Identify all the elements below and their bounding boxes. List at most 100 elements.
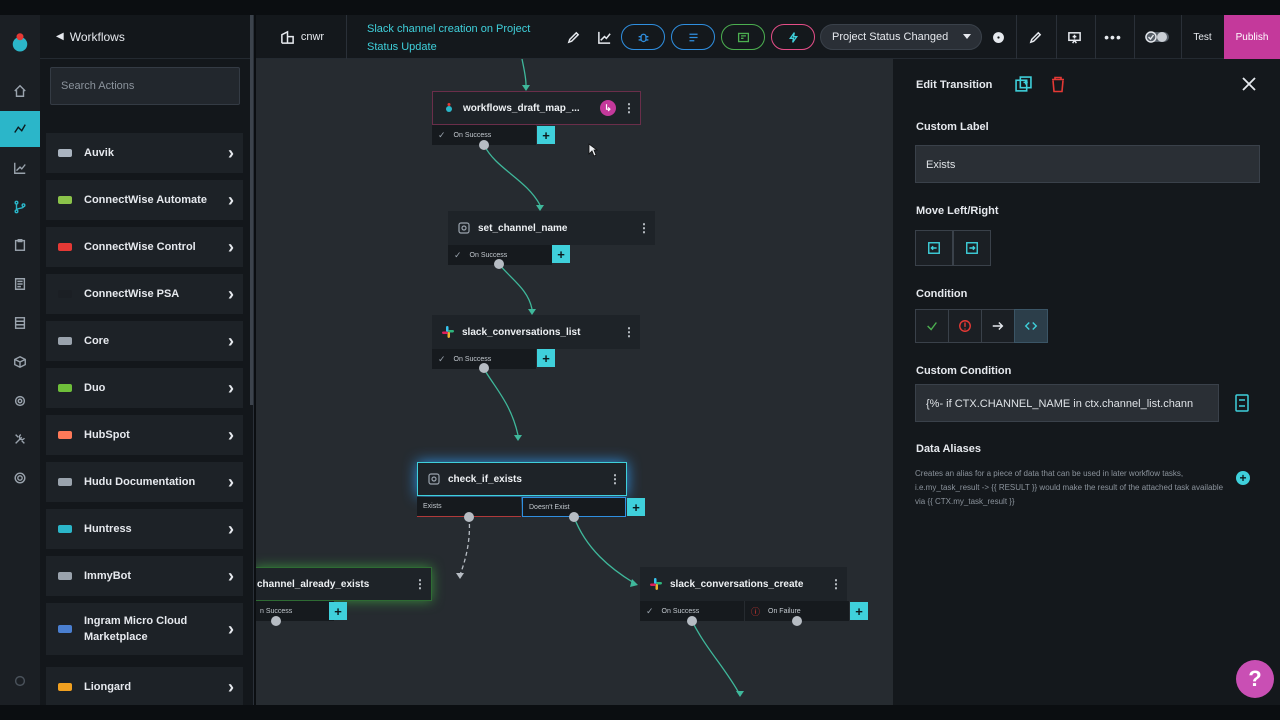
chevron-right-icon: › <box>228 330 234 351</box>
add-transition-button[interactable]: + <box>329 602 347 620</box>
action-item[interactable]: ConnectWise Control › <box>46 227 243 267</box>
action-item[interactable]: ConnectWise Automate › <box>46 180 243 220</box>
node-menu-icon[interactable]: ⋮ <box>409 577 431 591</box>
move-left-button[interactable] <box>915 230 953 266</box>
expand-editor-icon[interactable] <box>1235 394 1249 412</box>
action-item[interactable]: ImmyBot › <box>46 556 243 596</box>
action-item[interactable]: ConnectWise PSA › <box>46 274 243 314</box>
workflow-title[interactable]: Slack channel creation on Project Status… <box>367 20 557 56</box>
tools-icon[interactable] <box>0 421 40 457</box>
node-menu-icon[interactable]: ⋮ <box>618 101 640 115</box>
workflows-icon[interactable] <box>0 111 40 147</box>
action-item-label: Liongard <box>84 681 132 693</box>
move-left-right-heading: Move Left/Right <box>916 205 999 217</box>
data-aliases-help-text: Creates an alias for a piece of data tha… <box>915 469 1224 506</box>
check-icon <box>927 322 937 331</box>
edit-title-pencil-icon[interactable] <box>562 15 584 59</box>
workflow-node[interactable]: slack_conversations_list ⋮ <box>432 315 640 349</box>
condition-success-button[interactable] <box>915 309 949 343</box>
edit-pencil-icon[interactable] <box>1022 15 1048 59</box>
logs-toggle-button[interactable] <box>671 24 715 50</box>
branch-icon[interactable] <box>0 189 40 225</box>
caret-down-icon <box>963 34 971 39</box>
trash-icon[interactable] <box>1050 76 1066 93</box>
search-actions-input[interactable] <box>50 67 240 105</box>
condition-failure-button[interactable] <box>948 309 982 343</box>
check-icon: ✓ <box>454 249 462 260</box>
node-menu-icon[interactable]: ⋮ <box>825 577 847 591</box>
action-item[interactable]: Ingram Micro Cloud Marketplace › <box>46 603 243 655</box>
workflow-node-selected[interactable]: check_if_exists ⋮ <box>417 462 627 496</box>
home-icon[interactable] <box>0 73 40 109</box>
node-menu-icon[interactable]: ⋮ <box>618 325 640 339</box>
publish-button[interactable]: Publish <box>1224 15 1280 59</box>
action-item[interactable]: Hudu Documentation › <box>46 462 243 502</box>
trigger-select[interactable]: Project Status Changed <box>820 24 982 50</box>
transition-handle[interactable] <box>479 140 489 150</box>
add-transition-button[interactable]: + <box>537 126 555 144</box>
test-button[interactable]: Test <box>1181 15 1223 59</box>
transition-handle[interactable] <box>271 616 281 626</box>
integrations-icon[interactable] <box>0 383 40 419</box>
duplicate-icon[interactable] <box>1015 76 1032 93</box>
clipboard-icon[interactable] <box>0 227 40 263</box>
user-circle-icon[interactable] <box>0 663 40 699</box>
workflow-node[interactable]: channel_already_exists ⋮ <box>256 567 432 601</box>
action-item[interactable]: Duo › <box>46 368 243 408</box>
transition-handle[interactable] <box>687 616 697 626</box>
transition-handle[interactable] <box>464 512 474 522</box>
action-item[interactable]: Auvik › <box>46 133 243 173</box>
comment-add-icon[interactable] <box>1061 15 1087 59</box>
transition-handle[interactable] <box>792 616 802 626</box>
lightning-icon <box>788 31 798 43</box>
settings-gear-icon[interactable] <box>987 15 1009 59</box>
add-transition-button[interactable]: + <box>537 349 555 367</box>
analytics-icon[interactable] <box>0 150 40 186</box>
action-item[interactable]: Liongard › <box>46 667 243 705</box>
org-switcher[interactable]: cnwr <box>274 15 330 59</box>
condition-custom-button[interactable] <box>1014 309 1048 343</box>
analytics-chart-icon[interactable] <box>593 15 615 59</box>
settings-gear-icon[interactable] <box>0 460 40 496</box>
trigger-toggle-button[interactable] <box>771 24 815 50</box>
transition-handle[interactable] <box>479 363 489 373</box>
chevron-right-icon: › <box>228 424 234 445</box>
workflow-node[interactable]: workflows_draft_map_... ↳ ⋮ <box>432 91 641 125</box>
transition-handle[interactable] <box>569 512 579 522</box>
more-options-icon[interactable]: ••• <box>1100 15 1126 59</box>
hudu-logo-icon <box>56 475 74 489</box>
actions-scrollbar[interactable] <box>250 15 253 405</box>
action-item[interactable]: HubSpot › <box>46 415 243 455</box>
database-icon[interactable] <box>0 305 40 341</box>
node-label: workflows_draft_map_... <box>463 102 580 114</box>
variables-toggle-button[interactable] <box>721 24 765 50</box>
test-mode-toggle[interactable] <box>1140 15 1174 59</box>
action-item[interactable]: Huntress › <box>46 509 243 549</box>
add-transition-button[interactable]: + <box>627 498 645 516</box>
transition-handle[interactable] <box>494 259 504 269</box>
custom-label-input[interactable]: Exists <box>915 145 1260 183</box>
close-icon[interactable] <box>1242 77 1256 91</box>
node-label: check_if_exists <box>448 473 522 485</box>
action-item[interactable]: Core › <box>46 321 243 361</box>
condition-always-button[interactable] <box>981 309 1015 343</box>
package-icon[interactable] <box>0 344 40 380</box>
custom-condition-input[interactable]: {%- if CTX.CHANNEL_NAME in ctx.channel_l… <box>915 384 1219 422</box>
document-icon[interactable] <box>0 266 40 302</box>
transition-on-success[interactable]: n Success <box>256 601 334 621</box>
app-logo-icon[interactable] <box>0 25 40 61</box>
workflow-node[interactable]: slack_conversations_create ⋮ <box>640 567 847 601</box>
help-button[interactable]: ? <box>1236 660 1274 698</box>
add-transition-button[interactable]: + <box>850 602 868 620</box>
move-right-button[interactable] <box>953 230 991 266</box>
workflow-canvas[interactable]: workflows_draft_map_... ↳ ⋮ ✓ On Success … <box>256 59 893 705</box>
subflow-badge-icon[interactable]: ↳ <box>600 100 616 116</box>
add-transition-button[interactable]: + <box>552 245 570 263</box>
node-menu-icon[interactable]: ⋮ <box>604 472 626 486</box>
alert-circle-icon <box>959 320 971 332</box>
back-to-workflows[interactable]: ◀ Workflows <box>40 15 253 59</box>
node-menu-icon[interactable]: ⋮ <box>633 221 655 235</box>
add-alias-plus-icon[interactable]: + <box>1236 471 1250 485</box>
debug-toggle-button[interactable] <box>621 24 665 50</box>
workflow-node[interactable]: set_channel_name ⋮ <box>448 211 655 245</box>
